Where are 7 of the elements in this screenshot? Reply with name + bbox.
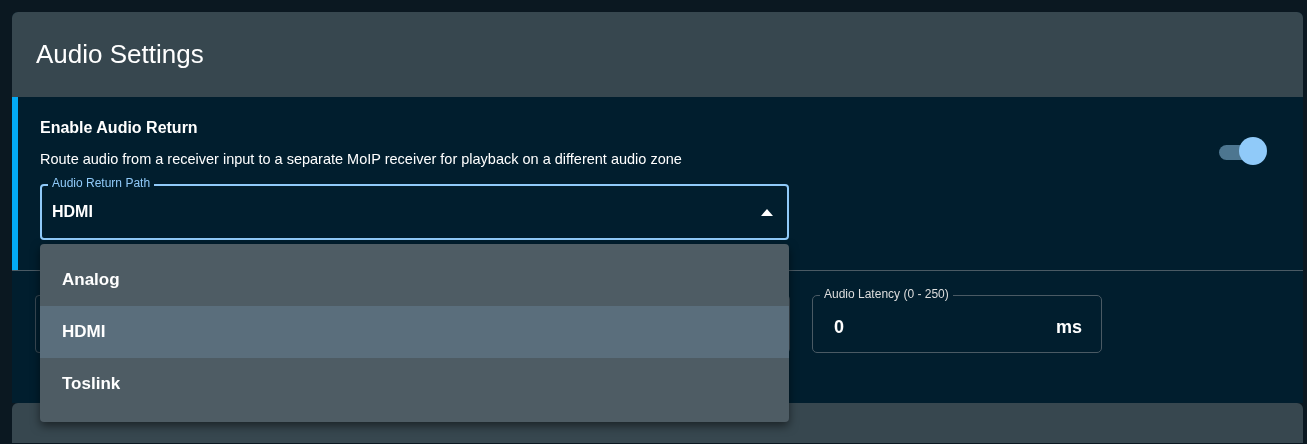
field-label: Audio Latency (0 - 250) [820, 286, 953, 302]
setting-title: Enable Audio Return [40, 119, 199, 137]
setting-description: Route audio from a receiver input to a separate MoIP receiver for playback on a different audio zone [40, 151, 683, 167]
unit-label: ms [1056, 316, 1082, 338]
field-value: 0 [834, 316, 845, 338]
card-title: Audio Settings [36, 39, 204, 70]
field-value: HDMI [52, 203, 94, 221]
